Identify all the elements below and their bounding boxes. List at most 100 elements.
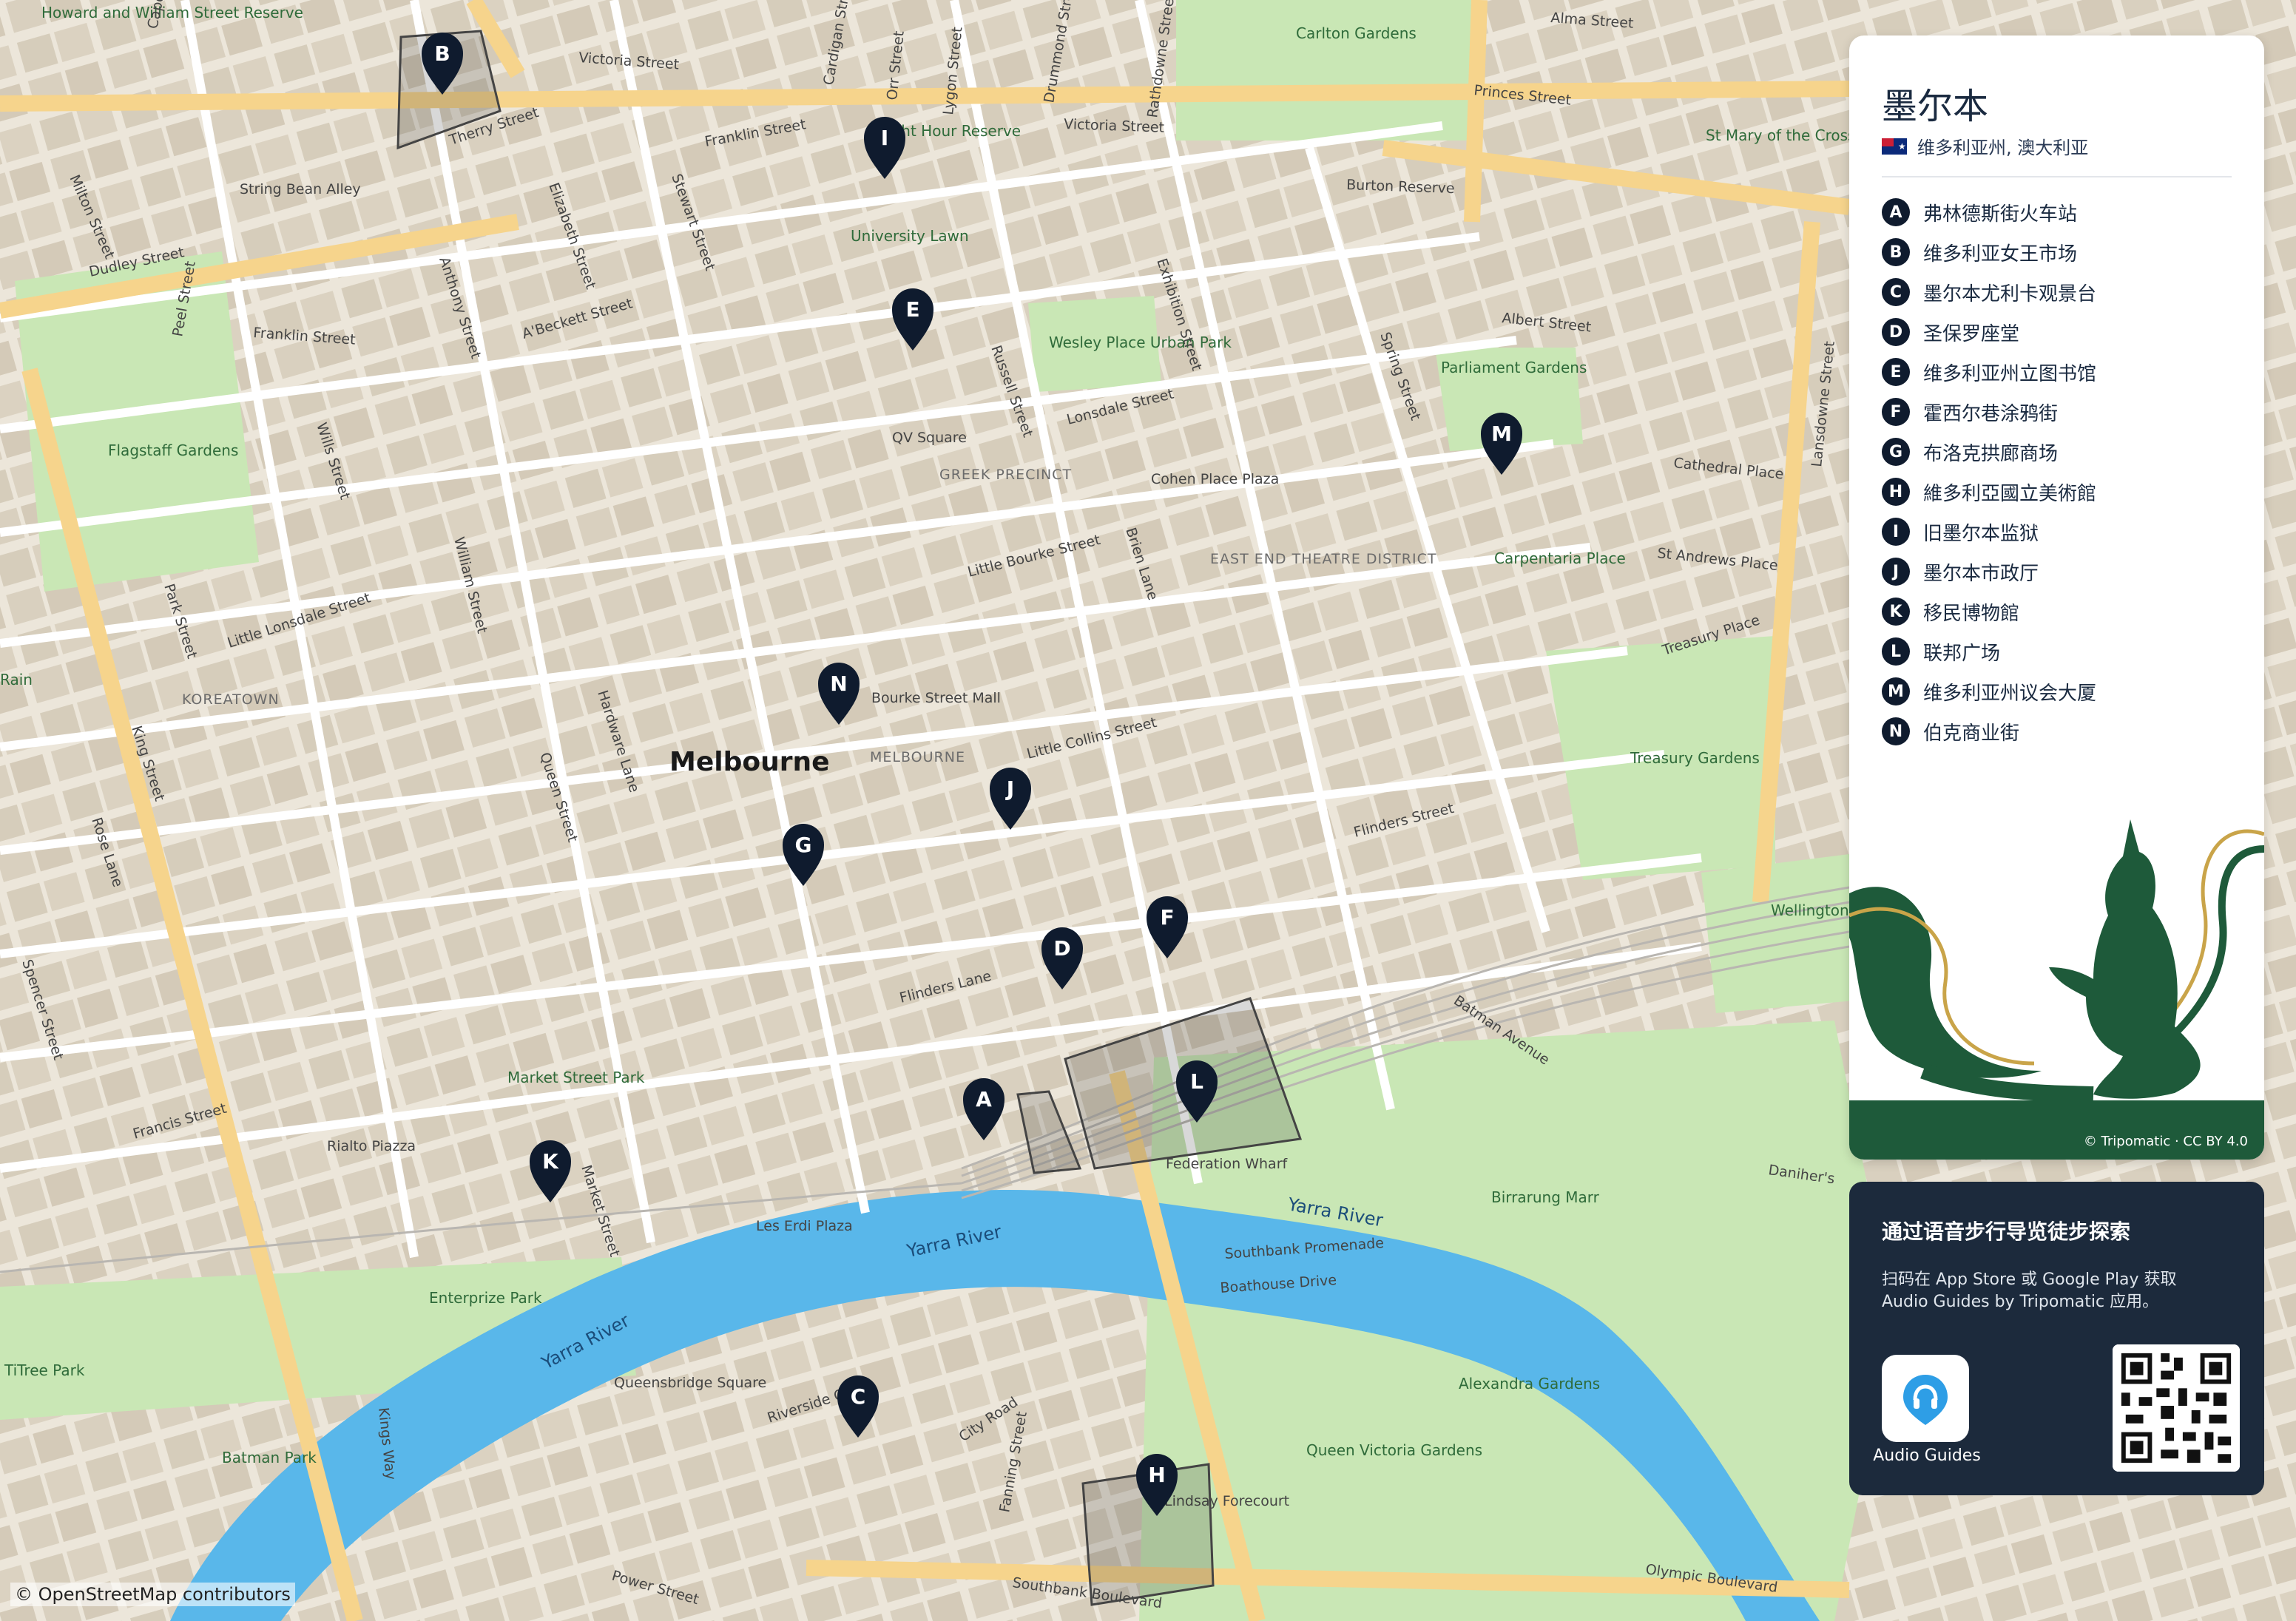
park-label: Batman Park: [222, 1449, 317, 1466]
park-label: Howard and William Street Reserve: [41, 4, 303, 21]
legend-label: 维多利亚女王市场: [1923, 243, 2078, 265]
legend-label: 圣保罗座堂: [1923, 322, 2020, 345]
place-label: Queensbridge Square: [614, 1375, 766, 1391]
district-label: GREEK PRECINCT: [939, 467, 1072, 483]
legend-badge: F: [1882, 398, 1910, 426]
marker-letter: B: [434, 41, 450, 66]
legend-label: 維多利亞國立美術館: [1923, 482, 2097, 505]
legend-label: 维多利亚州议会大厦: [1923, 682, 2097, 705]
legend-item[interactable]: J 墨尔本市政厅: [1882, 552, 2096, 592]
legend-label: 伯克商业街: [1923, 722, 2020, 745]
promo-text: 扫码在 App Store 或 Google Play 获取 Audio Gui…: [1882, 1270, 2177, 1311]
legend-badge: A: [1882, 198, 1910, 226]
marker-letter: G: [795, 833, 812, 857]
legend-badge: J: [1882, 558, 1910, 586]
park-label: Rain: [0, 671, 33, 688]
legend-badge: D: [1882, 318, 1910, 346]
park-label: Carlton Gardens: [1296, 24, 1417, 42]
park-label: Queen Victoria Gardens: [1306, 1441, 1482, 1459]
legend-item[interactable]: N 伯克商业街: [1882, 711, 2096, 751]
illustration-credit[interactable]: © Tripomatic · CC BY 4.0: [2084, 1134, 2248, 1149]
kangaroo-illustration: [1849, 819, 2264, 1160]
legend-badge: I: [1882, 518, 1910, 546]
city-label: Melbourne: [669, 747, 830, 777]
marker-letter: K: [542, 1149, 559, 1174]
marker-letter: F: [1160, 905, 1174, 930]
legend-label: 旧墨尔本监狱: [1923, 522, 2039, 545]
legend-item[interactable]: H 維多利亞國立美術館: [1882, 472, 2096, 512]
legend-badge: N: [1882, 717, 1910, 745]
marker-letter: I: [881, 126, 888, 150]
park-label: Flagstaff Gardens: [108, 441, 238, 459]
place-label: Rialto Piazza: [327, 1138, 416, 1154]
marker-letter: D: [1053, 936, 1070, 961]
park-label: Wesley Place Urban Park: [1049, 334, 1232, 351]
legend-badge: G: [1882, 438, 1910, 466]
audio-guides-app-icon[interactable]: [1882, 1355, 1969, 1442]
app-label: Audio Guides: [1873, 1446, 1981, 1465]
legend-label: 移民博物館: [1923, 602, 2020, 625]
legend-badge: H: [1882, 478, 1910, 506]
legend-label: 墨尔本尤利卡观景台: [1923, 282, 2097, 305]
place-label: Federation Wharf: [1166, 1156, 1289, 1172]
park-label: Parliament Gardens: [1441, 359, 1587, 376]
legend-label: 维多利亚州立图书馆: [1923, 362, 2097, 385]
place-label: QV Square: [892, 430, 967, 446]
legend-item[interactable]: E 维多利亚州立图书馆: [1882, 352, 2096, 392]
park-label: Carpentaria Place: [1494, 549, 1626, 567]
park-label: Enterprize Park: [429, 1289, 542, 1307]
legend-item[interactable]: L 联邦广场: [1882, 632, 2096, 671]
location-subtitle: 维多利亚州, 澳大利亚: [1917, 138, 2089, 158]
park-label: University Lawn: [851, 227, 969, 245]
park-label: Alexandra Gardens: [1459, 1375, 1600, 1392]
legend-item[interactable]: D 圣保罗座堂: [1882, 312, 2096, 352]
park-label: Birrarung Marr: [1491, 1188, 1600, 1206]
map-attribution[interactable]: © OpenStreetMap contributors: [10, 1583, 295, 1606]
legend-label: 墨尔本市政厅: [1923, 562, 2039, 585]
legend-item[interactable]: C 墨尔本尤利卡观景台: [1882, 272, 2096, 312]
legend-item[interactable]: G 布洛克拱廊商场: [1882, 432, 2096, 472]
legend-badge: L: [1882, 637, 1910, 666]
district-label: MELBOURNE: [870, 749, 965, 765]
park-label: Market Street Park: [507, 1069, 645, 1086]
district-label: KOREATOWN: [182, 691, 280, 708]
legend-item[interactable]: A 弗林德斯街火车站: [1882, 192, 2096, 232]
place-label: Les Erdi Plaza: [756, 1218, 853, 1234]
legend-item[interactable]: I 旧墨尔本监狱: [1882, 512, 2096, 552]
legend-badge: B: [1882, 238, 1910, 266]
marker-letter: J: [1005, 776, 1014, 801]
place-label: Cohen Place Plaza: [1151, 471, 1279, 487]
audio-guide-promo: 通过语音步行导览徒步探索 扫码在 App Store 或 Google Play…: [1849, 1182, 2264, 1495]
legend-item[interactable]: B 维多利亚女王市场: [1882, 232, 2096, 272]
place-label: String Bean Alley: [240, 181, 361, 197]
divider: [1882, 176, 2232, 177]
page-title: 墨尔本: [1882, 86, 1989, 127]
australia-flag-icon: ★: [1882, 138, 1907, 155]
legend-label: 布洛克拱廊商场: [1923, 442, 2059, 465]
legend-label: 联邦广场: [1923, 642, 2001, 665]
location-row: ★ 维多利亚州, 澳大利亚: [1882, 133, 2088, 159]
qr-code[interactable]: [2113, 1344, 2240, 1472]
legend-item[interactable]: F 霍西尔巷涂鸦街: [1882, 392, 2096, 432]
legend-label: 霍西尔巷涂鸦街: [1923, 402, 2059, 425]
marker-letter: C: [851, 1384, 866, 1409]
promo-title: 通过语音步行导览徒步探索: [1882, 1219, 2131, 1244]
headphones-pin-icon: [1903, 1375, 1948, 1425]
marker-letter: N: [830, 671, 847, 696]
legend-badge: K: [1882, 598, 1910, 626]
legend-label: 弗林德斯街火车站: [1923, 203, 2078, 226]
place-label: Bourke Street Mall: [871, 690, 1001, 706]
legend-badge: M: [1882, 677, 1910, 705]
marker-letter: A: [976, 1087, 992, 1111]
legend-badge: E: [1882, 358, 1910, 386]
legend-item[interactable]: K 移民博物館: [1882, 592, 2096, 632]
district-label: EAST END THEATRE DISTRICT: [1210, 551, 1436, 567]
legend-list: A 弗林德斯街火车站 B 维多利亚女王市场 C 墨尔本尤利卡观景台 D 圣保罗座堂 E维…: [1882, 192, 2096, 751]
legend-item[interactable]: M 维多利亚州议会大厦: [1882, 671, 2096, 711]
park-label: TiTree Park: [4, 1361, 85, 1379]
legend-panel: 墨尔本 ★ 维多利亚州, 澳大利亚 A 弗林德斯街火车站 B 维多利亚女王市场 C墨…: [1849, 35, 2264, 1160]
marker-letter: H: [1148, 1463, 1165, 1487]
marker-letter: M: [1491, 422, 1512, 446]
park-label: Treasury Gardens: [1630, 749, 1760, 767]
marker-letter: L: [1190, 1069, 1203, 1094]
